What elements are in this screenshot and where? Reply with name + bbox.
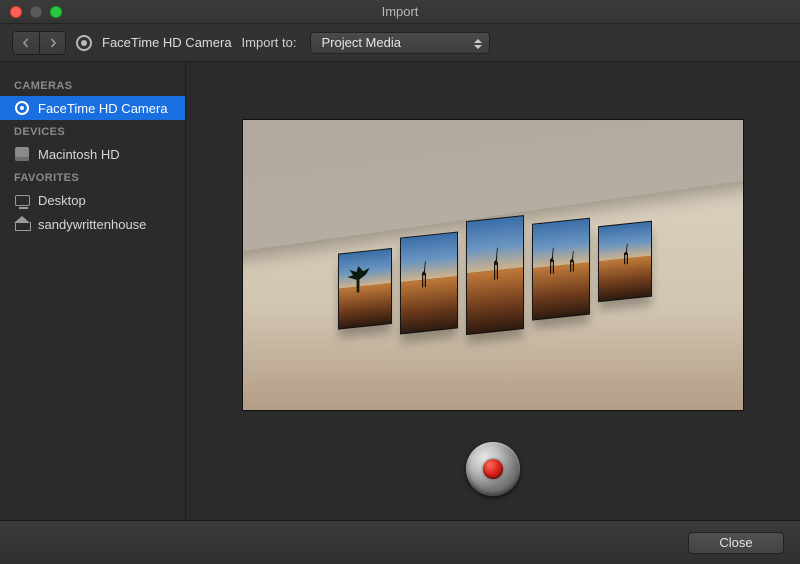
sidebar-item-label: sandywrittenhouse [38,217,146,232]
footer: Close [0,520,800,564]
chevron-left-icon [21,38,31,48]
sidebar-item-label: Desktop [38,193,86,208]
sidebar: CAMERAS FaceTime HD Camera DEVICES Macin… [0,62,186,520]
chevron-updown-icon [473,36,483,52]
home-icon [14,216,30,232]
sidebar-item-label: Macintosh HD [38,147,120,162]
sidebar-item-home[interactable]: sandywrittenhouse [0,212,185,236]
sidebar-section-favorites: FAVORITES [0,166,185,188]
desktop-icon [14,192,30,208]
titlebar: Import [0,0,800,24]
camera-icon [76,35,92,51]
window-title: Import [0,4,800,19]
camera-icon [14,100,30,116]
record-icon [483,459,503,479]
toolbar: FaceTime HD Camera Import to: Project Me… [0,24,800,62]
chevron-right-icon [48,38,58,48]
sidebar-item-facetime-camera[interactable]: FaceTime HD Camera [0,96,185,120]
back-button[interactable] [13,32,39,54]
toolbar-camera-name: FaceTime HD Camera [102,35,232,50]
zoom-window-button[interactable] [50,6,62,18]
harddrive-icon [14,146,30,162]
close-window-button[interactable] [10,6,22,18]
import-to-label: Import to: [242,35,297,50]
record-button[interactable] [466,442,520,496]
main-panel [186,62,800,520]
window-controls [0,6,62,18]
minimize-window-button[interactable] [30,6,42,18]
sidebar-section-cameras: CAMERAS [0,74,185,96]
close-button-label: Close [719,535,752,550]
sidebar-item-desktop[interactable]: Desktop [0,188,185,212]
import-to-select[interactable]: Project Media [310,32,490,54]
sidebar-section-devices: DEVICES [0,120,185,142]
sidebar-item-label: FaceTime HD Camera [38,101,168,116]
import-to-value: Project Media [321,35,400,50]
forward-button[interactable] [39,32,65,54]
nav-segmented [12,31,66,55]
sidebar-item-macintosh-hd[interactable]: Macintosh HD [0,142,185,166]
camera-preview [243,120,743,410]
close-button[interactable]: Close [688,532,784,554]
